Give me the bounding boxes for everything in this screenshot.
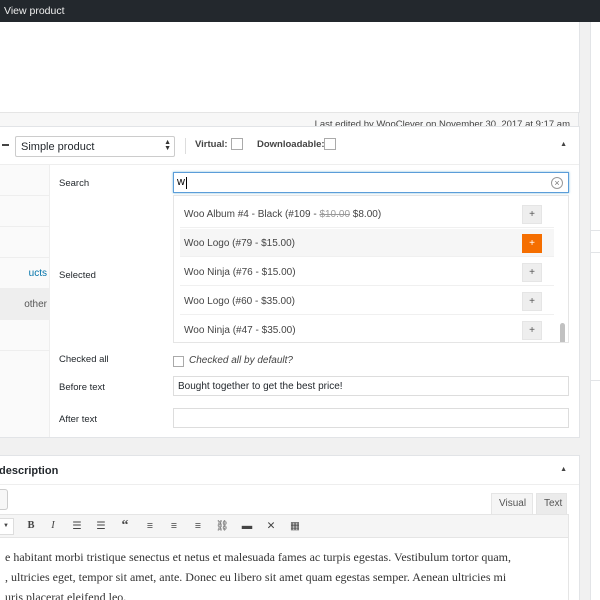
result-name: Woo Album #4 - Black (#109 - $10.00 $8.0… <box>184 209 382 220</box>
numbered-list-icon[interactable]: ☰ <box>94 519 108 533</box>
italic-icon[interactable]: I <box>46 519 60 533</box>
link-icon[interactable]: ⛓ <box>215 519 229 533</box>
add-button[interactable]: + <box>522 205 542 224</box>
search-value: w <box>177 176 185 188</box>
search-label: Search <box>59 178 90 189</box>
blockquote-icon[interactable]: “ <box>118 519 132 533</box>
list-item[interactable]: Woo Album #4 - Black (#109 - $10.00 $8.0… <box>180 200 554 228</box>
tab-text[interactable]: Text <box>536 493 567 514</box>
add-button[interactable]: + <box>522 263 542 282</box>
format-select[interactable]: ▼ <box>0 518 14 535</box>
admin-bar: View product <box>0 0 600 22</box>
align-right-icon[interactable]: ≡ <box>191 519 205 533</box>
list-item[interactable]: Woo Ninja (#76 - $15.00) + <box>180 258 554 286</box>
before-text-input[interactable]: Bought together to get the best price! <box>173 376 569 396</box>
after-text-label: After text <box>59 414 98 425</box>
product-type-value: Simple product <box>21 141 95 153</box>
search-results-list[interactable]: Woo Album #4 - Black (#109 - $10.00 $8.0… <box>173 195 569 343</box>
after-text-input[interactable] <box>173 408 569 428</box>
divider <box>185 138 186 154</box>
description-text: e habitant morbi tristique senectus et n… <box>5 550 511 600</box>
add-button[interactable]: + <box>522 321 542 340</box>
toolbar-toggle-icon[interactable]: ▦ <box>288 519 302 533</box>
tab-label: ucts <box>28 268 47 279</box>
checked-all-label: Checked all <box>59 354 109 365</box>
list-item[interactable]: Woo Logo (#60 - $35.00) + <box>180 287 554 315</box>
add-button[interactable]: + <box>522 292 542 311</box>
dash-separator <box>2 144 9 146</box>
sidebar-column <box>590 22 600 600</box>
description-content[interactable]: e habitant morbi tristique senectus et n… <box>0 538 569 600</box>
divider <box>0 484 579 485</box>
downloadable-checkbox[interactable] <box>324 138 336 150</box>
tab-bought-together[interactable]: other <box>0 289 49 320</box>
before-text-value: Bought together to get the best price! <box>178 381 343 392</box>
downloadable-label: Downloadable: <box>257 139 325 150</box>
search-input[interactable]: w × <box>173 172 569 193</box>
list-item[interactable]: Woo Ninja (#47 - $35.00) + <box>180 316 554 342</box>
read-more-icon[interactable]: ▬ <box>240 519 254 533</box>
tab-1[interactable] <box>0 165 49 196</box>
before-text-label: Before text <box>59 382 105 393</box>
editor-toolbar: ▼ B I ☰ ☰ “ ≡ ≡ ≡ ⛓ ▬ ✕ ▦ <box>0 514 569 538</box>
select-arrows-icon: ▲ ▼ <box>164 139 171 152</box>
align-center-icon[interactable]: ≡ <box>167 519 181 533</box>
result-name: Woo Logo (#79 - $15.00) <box>184 238 296 249</box>
collapse-arrow-icon[interactable]: ▲ <box>560 141 567 148</box>
add-media-button[interactable] <box>0 489 8 510</box>
product-data-header: Simple product ▲ ▼ Virtual: Downloadable:… <box>0 127 579 165</box>
result-name: Woo Logo (#60 - $35.00) <box>184 296 296 307</box>
list-item[interactable]: Woo Logo (#79 - $15.00) + <box>180 229 554 257</box>
tab-6[interactable] <box>0 320 49 351</box>
clear-icon[interactable]: × <box>551 177 563 189</box>
collapse-arrow-icon[interactable]: ▲ <box>560 466 567 473</box>
product-description-panel: description ▲ Visual Text ▼ B I ☰ ☰ “ ≡ … <box>0 455 580 600</box>
checked-all-text: Checked all by default? <box>189 355 293 366</box>
checked-all-checkbox[interactable] <box>173 356 184 367</box>
content-editor-area[interactable]: Last edited by WooClever on November 30,… <box>0 22 580 134</box>
bullet-list-icon[interactable]: ☰ <box>70 519 84 533</box>
result-name: Woo Ninja (#47 - $35.00) <box>184 325 296 336</box>
selected-label: Selected <box>59 270 96 281</box>
product-type-select[interactable]: Simple product ▲ ▼ <box>15 136 175 157</box>
tab-2[interactable] <box>0 196 49 227</box>
virtual-checkbox[interactable] <box>231 138 243 150</box>
text-caret <box>186 177 187 189</box>
product-data-panel: Simple product ▲ ▼ Virtual: Downloadable:… <box>0 126 580 438</box>
tab-linked-products[interactable]: ucts <box>0 258 49 289</box>
tab-label: other <box>24 299 47 310</box>
tab-3[interactable] <box>0 227 49 258</box>
fullscreen-icon[interactable]: ✕ <box>264 519 278 533</box>
product-data-tabs: ucts other <box>0 165 50 437</box>
add-button[interactable]: + <box>522 234 542 253</box>
tab-visual[interactable]: Visual <box>491 493 533 514</box>
align-left-icon[interactable]: ≡ <box>143 519 157 533</box>
view-product-link[interactable]: View product <box>4 5 65 17</box>
virtual-label: Virtual: <box>195 139 228 150</box>
panel-title: description <box>0 465 59 477</box>
result-name: Woo Ninja (#76 - $15.00) <box>184 267 296 278</box>
scrollbar-thumb[interactable] <box>560 323 565 342</box>
old-price: $10.00 <box>319 209 351 220</box>
bold-icon[interactable]: B <box>24 519 38 533</box>
